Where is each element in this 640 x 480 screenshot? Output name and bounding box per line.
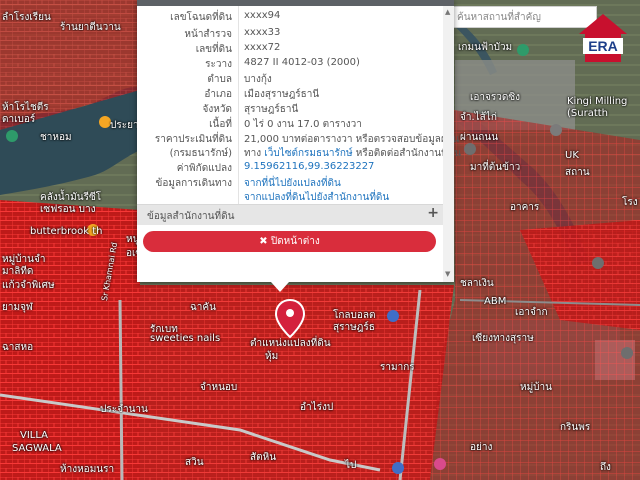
map-label: หุ้ม — [265, 351, 279, 362]
popup-top-bar — [137, 0, 454, 6]
row-label: (กรมธนารักษ์) — [169, 148, 232, 159]
info-row-district: อำเภอ เมืองสุราษฎร์ธานี — [137, 87, 437, 102]
row-label: อำเภอ — [204, 89, 232, 100]
map-label: ห้างหอมนรา — [60, 464, 115, 475]
map-label: ชาหอม — [40, 132, 72, 143]
map-label: เอาจำก — [515, 307, 548, 318]
info-row-deed-number: เลขโฉนดที่ดิน xxxx94 — [137, 10, 437, 25]
map-label: ฉาคัน — [190, 302, 216, 313]
map-label: ร้านยาตีนวาน — [60, 22, 121, 33]
row-label: เนื้อที่ — [209, 119, 232, 130]
map-label: ดาเบอร์ — [2, 114, 36, 125]
place-search-input[interactable]: ค้นหาสถานที่สำคัญ — [452, 6, 597, 28]
scroll-down-icon[interactable]: ▼ — [445, 270, 450, 278]
info-row-appraisal: ราคาประเมินที่ดิน 21,000 บาทต่อตารางวา ห… — [137, 132, 459, 147]
map-label: ไป — [345, 460, 357, 471]
close-popup-button[interactable]: ✖ ปิดหน้าต่าง — [143, 231, 436, 252]
appraisal-text: ทาง — [244, 148, 265, 159]
info-row-survey-page: หน้าสำรวจ xxxx33 — [137, 27, 437, 42]
map-label: เซฟรอน บาง — [40, 204, 96, 215]
map-label: ประจำนาน — [100, 404, 148, 415]
map-label: กรินพร — [560, 422, 591, 433]
map-label: แก้วจำพิเศษ — [2, 280, 55, 291]
expand-icon[interactable]: + — [427, 205, 439, 221]
row-label: หน้าสำรวจ — [184, 29, 232, 40]
map-label: สถาน — [565, 167, 590, 178]
map-label: รักเบท — [150, 324, 178, 335]
map-label: เกมนฟ้าบัวม — [458, 42, 513, 53]
row-label: เลขโฉนดที่ดิน — [170, 12, 232, 23]
row-label: จังหวัด — [202, 104, 232, 115]
info-row-travel-2: จากแปลงที่ดินไปยังสำนักงานที่ดิน — [137, 190, 437, 205]
map-label: เซียงทางสุราษ — [472, 333, 534, 344]
info-row-subdistrict: ตำบล บางกุ้ง — [137, 72, 437, 87]
map-label: จำหนอบ — [200, 382, 238, 393]
row-label: ค่าพิกัดแปลง — [176, 163, 232, 174]
row-value: เมืองสุราษฎร์ธานี — [244, 89, 320, 100]
map-label: (Suratth — [567, 108, 609, 119]
map-label: butterbrook th — [30, 226, 103, 237]
route-to-parcel-link[interactable]: จากที่นี่ไปยังแปลงที่ดิน — [244, 176, 341, 191]
row-value: ทาง เว็บไซต์กรมธนารักษ์ หรือติดต่อสำนักง… — [244, 146, 461, 161]
map-label: UK — [565, 150, 579, 161]
row-value: 0 ไร่ 0 งาน 17.0 ตารางวา — [244, 119, 362, 130]
map-label: หมู่บ้าน — [520, 382, 552, 393]
map-label: มาลิทีด — [2, 266, 34, 277]
map-label: ABM — [484, 296, 507, 307]
map-label: สุราษฎร์ธ — [333, 322, 375, 333]
map-label: ประยา — [110, 120, 139, 131]
logo-text: ERA — [588, 38, 618, 54]
map-label: รามากร — [380, 362, 415, 373]
row-label: ตำบล — [207, 74, 232, 85]
map-label: มาที่ต้นข้าว — [470, 162, 521, 173]
coordinates-link[interactable]: 9.15962116,99.36223227 — [244, 161, 374, 172]
map-label: จำ.ไส้ไก่ — [460, 112, 497, 123]
info-row-area: เนื้อที่ 0 ไร่ 0 งาน 17.0 ตารางวา — [137, 117, 437, 132]
map-label: Kingi Milling — [567, 96, 628, 107]
info-row-province: จังหวัด สุราษฎร์ธานี — [137, 102, 437, 117]
section-title: ข้อมูลสำนักงานที่ดิน — [147, 211, 235, 222]
row-value: xxxx33 — [244, 27, 281, 38]
row-value: สุราษฎร์ธานี — [244, 104, 299, 115]
scroll-up-icon[interactable]: ▲ — [445, 8, 450, 16]
info-row-appraisal-source: (กรมธนารักษ์) ทาง เว็บไซต์กรมธนารักษ์ หร… — [137, 146, 461, 161]
map-label: อาคาร — [510, 202, 540, 213]
map-label: ฉาสหอ — [2, 342, 34, 353]
map-label: อย่าง — [470, 442, 493, 453]
info-row-coordinates: ค่าพิกัดแปลง 9.15962116,99.36223227 — [137, 161, 437, 176]
row-value: บางกุ้ง — [244, 74, 272, 85]
map-label: ผ่านถนน — [460, 132, 499, 143]
map-label: VILLA — [20, 430, 49, 441]
map-label: สวิน — [185, 457, 204, 468]
map-label: สัตหิน — [250, 452, 277, 463]
map-label: อำไร่งป — [300, 402, 334, 413]
info-row-land-number: เลขที่ดิน xxxx72 — [137, 42, 437, 57]
map-label: SAGWALA — [12, 443, 62, 454]
row-label: ข้อมูลการเดินทาง — [155, 178, 232, 189]
popup-pointer — [271, 282, 289, 292]
row-label: ราคาประเมินที่ดิน — [154, 134, 232, 145]
map-label: เอาจรวดซิง — [470, 92, 521, 103]
row-label: เลขที่ดิน — [195, 44, 232, 55]
route-to-land-office-link[interactable]: จากแปลงที่ดินไปยังสำนักงานที่ดิน — [244, 190, 389, 205]
row-value: 21,000 บาทต่อตารางวา หรือตรวจสอบข้อมูลผ่… — [244, 134, 460, 145]
map-label: โรง — [622, 197, 638, 208]
parcel-info-popup: เลขโฉนดที่ดิน xxxx94 หน้าสำรวจ xxxx33 เล… — [137, 0, 461, 282]
row-value: xxxx94 — [244, 10, 281, 21]
treasury-website-link[interactable]: เว็บไซต์กรมธนารักษ์ — [264, 148, 352, 159]
era-logo: ERA — [579, 14, 627, 62]
map-label: ยามจุฬ — [2, 302, 33, 313]
row-value: xxxx72 — [244, 42, 281, 53]
map-label: ลำโรงเรียน — [2, 12, 51, 23]
map-label: ถึง — [600, 462, 611, 473]
map-label: ชลาเงิน — [460, 278, 494, 289]
map-label: ตำแหน่งแปลงที่ดิน — [250, 338, 331, 349]
row-value: 4827 II 4012-03 (2000) — [244, 57, 360, 68]
info-row-travel: ข้อมูลการเดินทาง จากที่นี่ไปยังแปลงที่ดิ… — [137, 176, 437, 191]
row-label: ระวาง — [205, 59, 232, 70]
info-row-map-sheet: ระวาง 4827 II 4012-03 (2000) — [137, 57, 437, 72]
popup-scrollbar[interactable]: ▲ ▼ — [443, 6, 454, 282]
land-office-section-header[interactable]: ข้อมูลสำนักงานที่ดิน + — [137, 204, 443, 225]
